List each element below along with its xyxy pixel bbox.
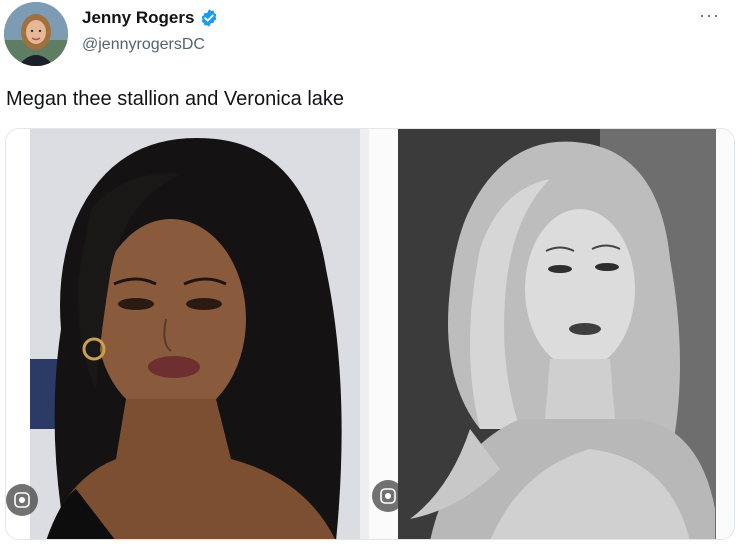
author-row: Jenny Rogers — [82, 8, 219, 28]
avatar-image — [4, 2, 68, 66]
author-handle[interactable]: @jennyrogersDC — [82, 36, 205, 54]
media-grid — [5, 128, 735, 540]
post-text: Megan thee stallion and Veronica lake — [6, 88, 345, 110]
more-options-icon[interactable]: ··· — [699, 6, 720, 24]
photo-right[interactable] — [370, 129, 734, 539]
avatar[interactable] — [4, 2, 68, 66]
verified-badge-icon — [199, 8, 219, 28]
image-search-lens-icon[interactable] — [372, 480, 404, 512]
author-name[interactable]: Jenny Rogers — [82, 8, 194, 28]
photo-left[interactable] — [6, 129, 369, 539]
image-search-lens-icon[interactable] — [6, 484, 38, 516]
